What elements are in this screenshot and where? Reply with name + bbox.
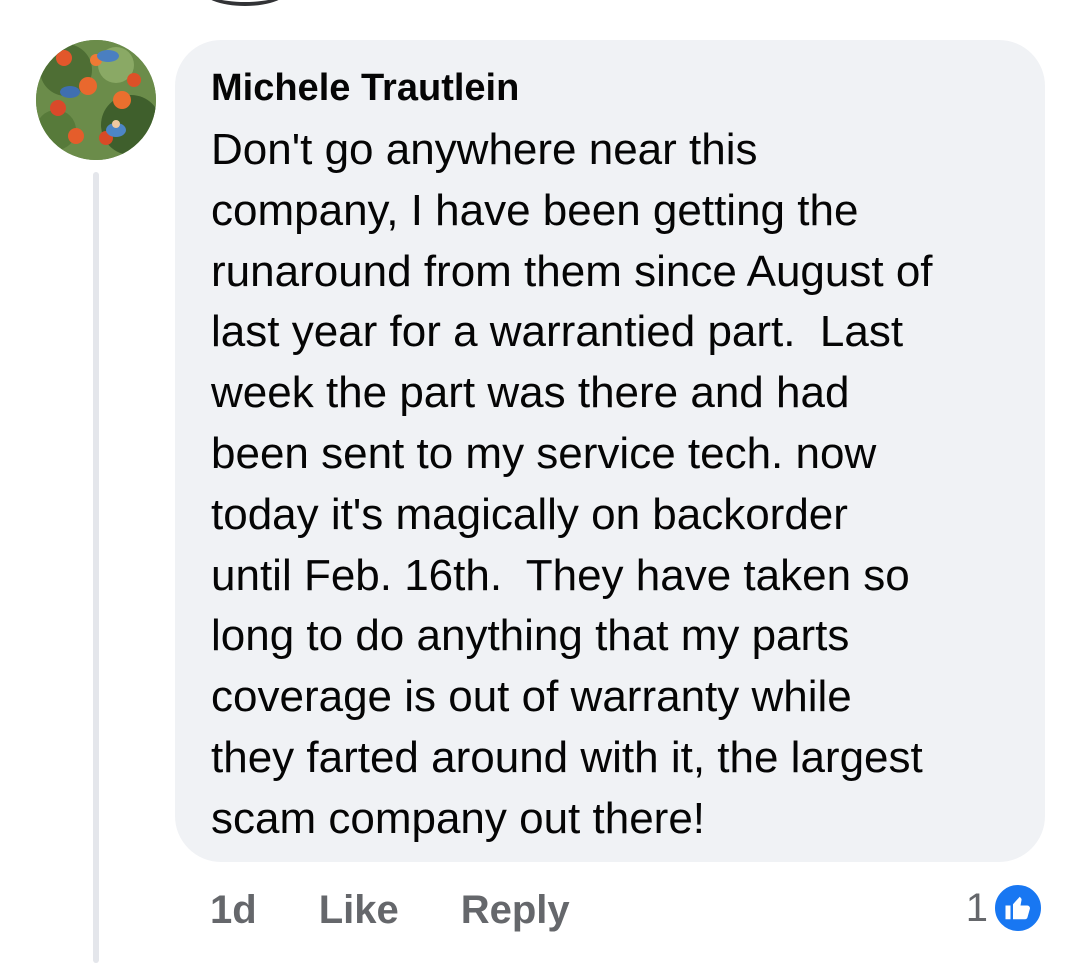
comment-author[interactable]: Michele Trautlein (211, 64, 1015, 112)
avatar[interactable] (36, 40, 156, 160)
comment-text-line: scam company out there! (211, 793, 706, 843)
comment-timestamp[interactable]: 1d (210, 888, 257, 933)
comment-text: Don't go anywhere near this company, I h… (211, 120, 1015, 850)
comment-text-line: today it's magically on backorder (211, 489, 848, 539)
avatar-image (36, 40, 156, 160)
comment-text-line: runaround from them since August of (211, 246, 933, 296)
reply-button[interactable]: Reply (461, 888, 570, 933)
comment-text-line: long to do anything that my parts (211, 611, 850, 661)
thumbs-up-icon (992, 882, 1044, 934)
previous-content-edge (200, 0, 290, 6)
thread-line (93, 172, 99, 963)
comment-text-line: until Feb. 16th. They have taken so (211, 550, 910, 600)
comment-text-line: Don't go anywhere near this (211, 125, 758, 174)
comment-text-line: last year for a warrantied part. Last (211, 307, 904, 357)
reaction-count: 1 (965, 885, 988, 930)
reaction-summary[interactable]: 1 (966, 878, 1044, 938)
like-button[interactable]: Like (319, 888, 399, 933)
comment-text-line: week the part was there and had (211, 368, 850, 418)
comment-actions: 1d Like Reply (210, 880, 632, 940)
comment-text-line: they farted around with it, the largest (211, 732, 923, 782)
comment-text-line: company, I have been getting the (211, 185, 859, 235)
comment-bubble: Michele Trautlein Don't go anywhere near… (175, 40, 1045, 862)
comment-screen: Michele Trautlein Don't go anywhere near… (0, 0, 1080, 963)
comment-text-line: coverage is out of warranty while (211, 672, 852, 722)
comment-text-line: been sent to my service tech. now (211, 428, 877, 478)
